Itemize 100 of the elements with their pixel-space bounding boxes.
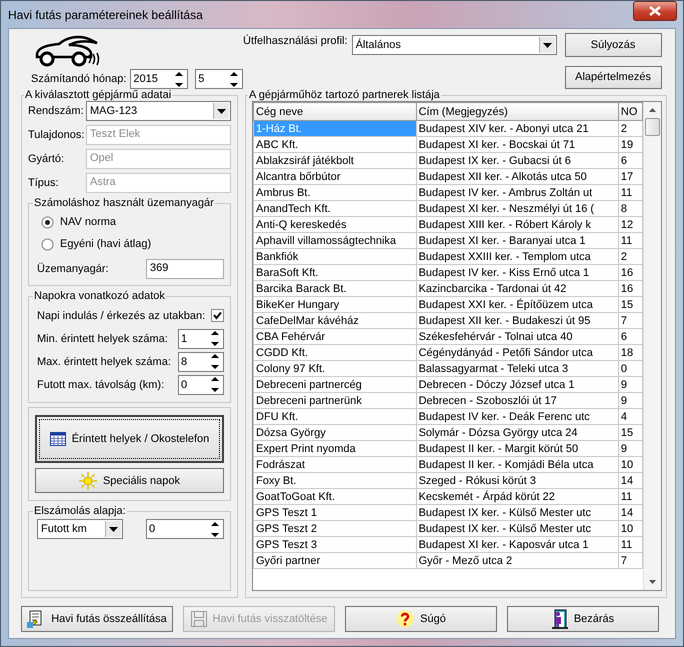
spin-field[interactable]: 0: [178, 374, 224, 394]
table-cell[interactable]: GPS Teszt 1: [254, 504, 416, 520]
profile-label: Útfelhasználási profil:: [243, 35, 348, 47]
spin-field[interactable]: 8: [178, 352, 224, 372]
table-cell[interactable]: BikeKer Hungary: [254, 296, 416, 312]
table-cell: Budapest IX ker. - Gubacsi út 6: [416, 152, 618, 168]
table-cell: Budapest XIV ker. - Abonyi utca 21: [416, 120, 618, 136]
table-cell: Budapest II ker. - Margit körút 50: [416, 440, 618, 456]
header-button[interactable]: Alapértelmezés: [564, 66, 662, 89]
table-cell[interactable]: GPS Teszt 3: [254, 536, 416, 552]
scroll-thumb[interactable]: [645, 118, 660, 136]
dropdown-arrow-icon: [109, 526, 118, 532]
dropdown-arrow-icon: [217, 108, 226, 114]
table-cell[interactable]: Aphavill villamosságtechnika: [254, 232, 416, 248]
table-cell[interactable]: DFU Kft.: [254, 408, 416, 424]
table-cell[interactable]: Anti-Q kereskedés: [254, 216, 416, 232]
price-field[interactable]: 369: [146, 259, 224, 279]
table-cell: Budapest XI ker. - Kaposvár utca 1: [416, 536, 618, 552]
plate-dropdown[interactable]: MAG-123: [86, 101, 231, 121]
table-cell[interactable]: GPS Teszt 2: [254, 520, 416, 536]
spin-field[interactable]: 5: [195, 69, 243, 89]
table-cell: Székesfehérvár - Tolnai utca 40: [416, 328, 618, 344]
month-label: Számítandó hónap:: [31, 73, 126, 85]
table-cell: Budapest II ker. - Komjádi Béla utca: [416, 456, 618, 472]
scroll-up-icon: [649, 108, 656, 112]
table-cell: Budapest IV ker. - Kiss Ernő utca 1: [416, 264, 618, 280]
action-button[interactable]: Speciális napok: [35, 468, 224, 493]
field-label: Rendszám:: [28, 105, 85, 117]
table-cell[interactable]: Dózsa György: [254, 424, 416, 440]
question-icon: [396, 610, 414, 628]
footer-button[interactable]: Súgó: [345, 606, 497, 632]
table-cell[interactable]: Debreceni partnerünk: [254, 392, 416, 408]
table-cell: Budapest XXIII ker. - Templom utca: [416, 248, 618, 264]
table-cell[interactable]: ABC Kft.: [254, 136, 416, 152]
table-cell: Debrecen - Szoboszlói út 17: [416, 392, 618, 408]
action-button[interactable]: Érintett helyek / Okostelefon: [35, 415, 224, 463]
checkbox[interactable]: [211, 309, 224, 322]
footer-button[interactable]: Bezárás: [507, 606, 659, 632]
table-cell[interactable]: CGDD Kft.: [254, 344, 416, 360]
header-button[interactable]: Súlyozás: [564, 33, 662, 56]
table-cell[interactable]: CafeDelMar kávéház: [254, 312, 416, 328]
profile-dropdown[interactable]: Általános: [352, 35, 557, 55]
table-cell: Budapest IX ker. - Külső Mester utc: [416, 520, 618, 536]
table-cell[interactable]: Expert Print nyomda: [254, 440, 416, 456]
spin-label: Min. érintett helyek száma:: [37, 332, 168, 344]
spin-field[interactable]: 2015: [130, 69, 188, 89]
group-title: A kiválasztott gépjármű adatai: [24, 89, 172, 101]
group-title: A gépjárműhöz tartozó partnerek listája: [248, 89, 441, 101]
table-cell[interactable]: Debreceni partnercég: [254, 376, 416, 392]
table-cell: Kecskemét - Árpád körút 22: [416, 488, 618, 504]
radio-label: Egyéni (havi átlag): [60, 238, 152, 250]
table-cell: Kazincbarcika - Tardonai út 42: [416, 280, 618, 296]
dropdown-arrow-icon: [542, 42, 552, 48]
table-cell[interactable]: Győri partner: [254, 552, 416, 568]
sun-icon: [78, 472, 97, 490]
checkbox-label: Napi indulás / érkezés az utakban:: [37, 310, 206, 322]
close-button[interactable]: [633, 0, 677, 20]
column-header[interactable]: Cím (Megjegyzés): [416, 102, 618, 120]
radio-label: NAV norma: [60, 216, 116, 228]
table-cell: Budapest IV ker. - Ambrus Zoltán ut: [416, 184, 618, 200]
table-cell[interactable]: Alcantra bőrbútor: [254, 168, 416, 184]
field-label: Típus:: [28, 177, 60, 189]
spin-label: Futott max. távolság (km):: [37, 378, 164, 390]
window-title: Havi futás paramétereinek beállítása: [8, 8, 203, 22]
table-cell: Budapest XI ker. - Bocskai út 71: [416, 136, 618, 152]
table-cell[interactable]: Bankfiók: [254, 248, 416, 264]
table-cell: Győr - Mező utca 2: [416, 552, 618, 568]
footer-button[interactable]: Havi futás összeállítása: [21, 606, 173, 632]
door-person-icon: [552, 609, 568, 629]
table-cell: Debrecen - Dóczy József utca 1: [416, 376, 618, 392]
radio-button[interactable]: [41, 238, 54, 250]
table-cell[interactable]: Barcika Barack Bt.: [254, 280, 416, 296]
spin-field[interactable]: 0: [146, 519, 224, 539]
table-cell: Budapest XXI ker. - Építőüzem utca: [416, 296, 618, 312]
table-cell[interactable]: Ablakzsiráf játékbolt: [254, 152, 416, 168]
column-header[interactable]: NO: [618, 102, 642, 120]
table-cell: Szeged - Rókusi körút 3: [416, 472, 618, 488]
basis-dropdown[interactable]: Futott km: [37, 519, 123, 539]
table-cell: Solymár - Dózsa György utca 24: [416, 424, 618, 440]
scrollbar[interactable]: [643, 102, 661, 590]
table-cell: Balassagyarmat - Teleki utca 3: [416, 360, 618, 376]
table-cell[interactable]: BaraSoft Kft.: [254, 264, 416, 280]
column-header[interactable]: Cég neve: [254, 102, 416, 120]
calendar-icon: [50, 432, 66, 446]
close-icon: [649, 6, 661, 16]
table-cell[interactable]: Colony 97 Kft.: [254, 360, 416, 376]
table-cell[interactable]: GoatToGoat Kft.: [254, 488, 416, 504]
group-title: Elszámolás alapja:: [33, 505, 127, 517]
table-cell[interactable]: Fodrászat: [254, 456, 416, 472]
table-cell[interactable]: Ambrus Bt.: [254, 184, 416, 200]
spin-label: Max. érintett helyek száma:: [37, 356, 171, 368]
table-cell: Budapest XI ker. - Neszmélyi út 16 (: [416, 200, 618, 216]
table-cell[interactable]: Foxy Bt.: [254, 472, 416, 488]
price-label: Üzemanyagár:: [37, 263, 109, 275]
table-cell: Budapest IV ker. - Deák Ferenc utc: [416, 408, 618, 424]
spin-field[interactable]: 1: [178, 328, 224, 348]
table-cell: Cégénydányád - Petőfi Sándor utca: [416, 344, 618, 360]
table-cell[interactable]: CBA Fehérvár: [254, 328, 416, 344]
table-cell[interactable]: AnandTech Kft.: [254, 200, 416, 216]
radio-button[interactable]: [41, 216, 54, 228]
